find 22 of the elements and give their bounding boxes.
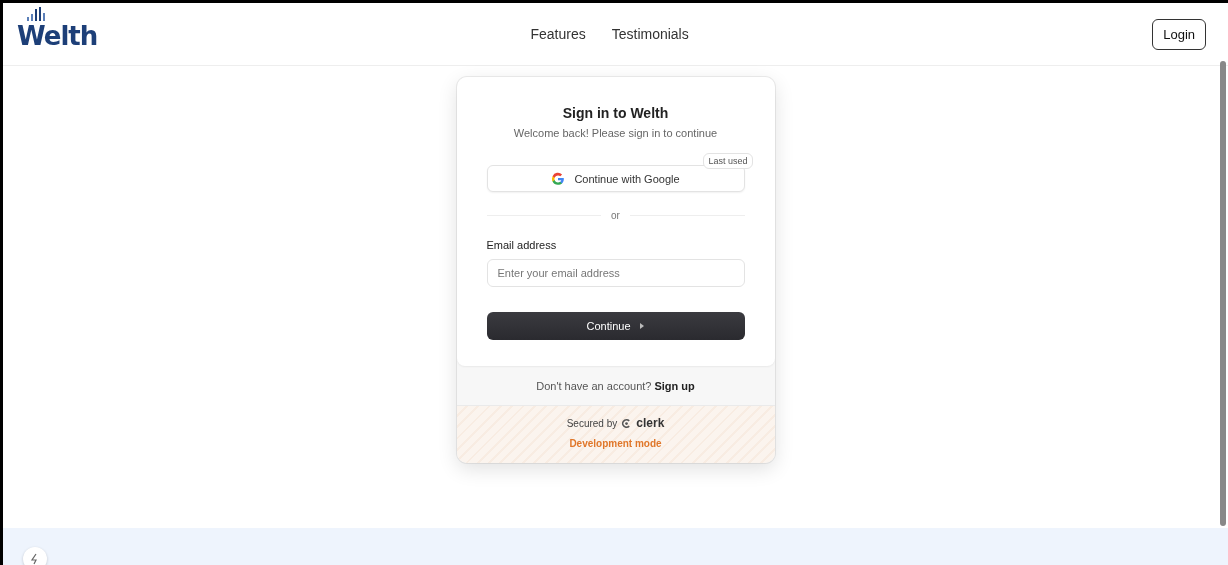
login-button[interactable]: Login: [1152, 18, 1206, 50]
logo[interactable]: Welth: [17, 21, 98, 51]
lightning-icon: [30, 553, 40, 565]
clerk-logo-icon: [621, 417, 633, 429]
card-title: Sign in to Welth: [561, 105, 670, 121]
scrollbar-thumb[interactable]: [1220, 61, 1226, 526]
nav-link[interactable]: Features: [530, 26, 586, 42]
continue-button[interactable]: Continue: [486, 312, 745, 340]
email-field[interactable]: Enter your email address: [486, 259, 745, 287]
caret-icon: [638, 323, 645, 329]
development-mode-text: Development mode: [569, 438, 662, 449]
google-icon: [551, 171, 566, 186]
google-button[interactable]: Continue with Google: [486, 165, 745, 192]
nav-link[interactable]: Testimonials: [611, 26, 689, 42]
clerk-brand: clerk: [636, 416, 665, 430]
field-label: Email address: [486, 239, 558, 251]
last-used-badge: Last used: [703, 153, 753, 169]
card-subtitle: Welcome back! Please sign in to continue: [512, 127, 719, 139]
divider-text: or: [611, 210, 620, 221]
secured-by-text: Secured by: [566, 417, 618, 429]
sign-up-link[interactable]: Sign up: [654, 380, 695, 392]
signup-prompt: Don't have an account?: [536, 380, 652, 392]
